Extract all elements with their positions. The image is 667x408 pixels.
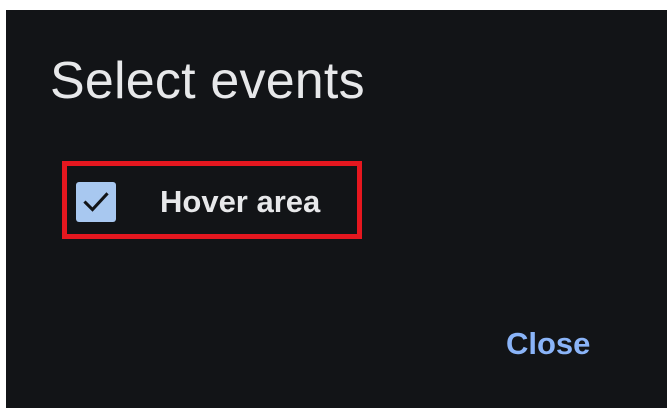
dialog-title: Select events [50, 52, 365, 110]
hover-area-checkbox[interactable] [76, 182, 116, 222]
hover-area-label: Hover area [160, 184, 321, 219]
checkmark-icon [83, 192, 109, 212]
select-events-dialog: Select events Hover area Close [6, 10, 667, 408]
close-button[interactable]: Close [494, 322, 602, 366]
option-hover-area[interactable]: Hover area [76, 180, 320, 224]
